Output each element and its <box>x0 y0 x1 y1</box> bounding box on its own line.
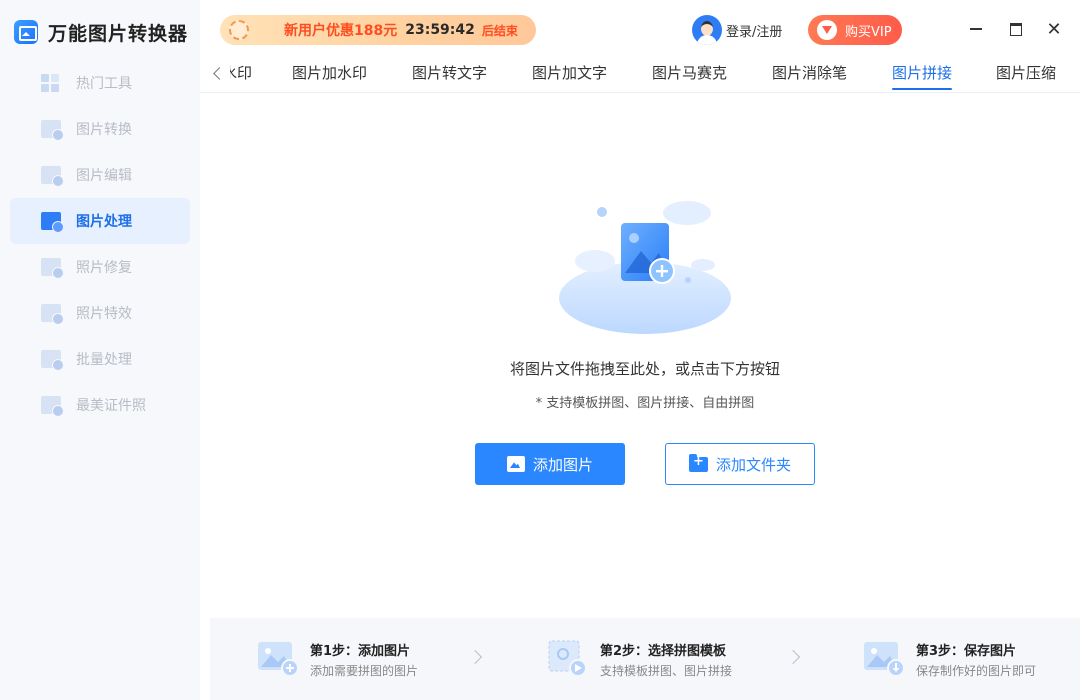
drop-zone[interactable]: 将图片文件拖拽至此处，或点击下方按钮 * 支持模板拼图、图片拼接、自由拼图 添加… <box>200 93 1080 617</box>
tab-mosaic[interactable]: 图片马赛克 <box>652 62 727 90</box>
step-desc: 保存制作好的图片即可 <box>916 664 1037 678</box>
step-title: 第3步：保存图片 <box>916 644 1017 659</box>
sidebar-item-id-photo[interactable]: 最美证件照 <box>10 382 190 428</box>
sidebar-item-label: 图片转换 <box>76 122 132 138</box>
tab-label: 水印 <box>230 64 252 82</box>
promo-text: 新用户优惠188元 <box>284 23 398 39</box>
add-image-button[interactable]: 添加图片 <box>475 443 625 485</box>
add-image-step-icon <box>258 642 298 676</box>
tab-add-text[interactable]: 图片加文字 <box>532 62 607 90</box>
sidebar-item-label: 图片处理 <box>76 214 132 230</box>
step-title: 第2步：选择拼图模板 <box>600 644 727 659</box>
maximize-button[interactable] <box>1005 18 1027 40</box>
promo-end-label: 后结束 <box>481 23 518 38</box>
sidebar-item-batch[interactable]: 批量处理 <box>10 336 190 382</box>
sidebar-item-label: 批量处理 <box>76 352 132 368</box>
save-image-step-icon <box>864 642 904 676</box>
step-desc: 支持模板拼图、图片拼接 <box>600 664 733 678</box>
sidebar-item-label: 图片编辑 <box>76 168 132 184</box>
avatar-icon <box>692 15 722 45</box>
sidebar-nav: 热门工具 图片转换 图片编辑 图片处理 照片修复 照片特效 批量处理 最美证件照 <box>10 60 190 428</box>
template-step-icon <box>548 640 587 676</box>
photo-repair-icon <box>41 258 64 279</box>
image-process-icon <box>41 212 64 233</box>
id-photo-icon <box>41 396 64 417</box>
image-edit-icon <box>41 166 64 187</box>
folder-plus-icon <box>688 453 708 472</box>
image-plus-icon <box>506 456 525 472</box>
add-folder-label: 添加文件夹 <box>715 455 791 474</box>
batch-icon <box>41 350 64 371</box>
tool-tabs: 水印 图片加水印 图片转文字 图片加文字 图片马赛克 图片消除笔 图片拼接 图片… <box>200 52 1080 93</box>
minimize-button[interactable] <box>965 18 987 40</box>
buy-vip-button[interactable]: 购买VIP <box>808 15 902 45</box>
grid-icon <box>41 74 61 92</box>
step-title: 第1步：添加图片 <box>310 644 411 659</box>
tab-image-stitch[interactable]: 图片拼接 <box>892 62 953 90</box>
sidebar-item-image-convert[interactable]: 图片转换 <box>10 106 190 152</box>
sidebar-item-photo-effect[interactable]: 照片特效 <box>10 290 190 336</box>
step-desc: 添加需要拼图的图片 <box>310 664 419 678</box>
image-convert-icon <box>41 120 64 141</box>
drop-instruction: 将图片文件拖拽至此处，或点击下方按钮 <box>509 360 780 378</box>
add-image-label: 添加图片 <box>532 455 593 474</box>
vip-label: 购买VIP <box>845 24 892 40</box>
login-button[interactable]: 登录/注册 <box>692 14 782 46</box>
sidebar-item-label: 热门工具 <box>76 76 132 92</box>
sidebar-item-label: 照片特效 <box>76 306 132 322</box>
app-brand: 万能图片转换器 <box>14 16 188 48</box>
tab-compress[interactable]: 图片压缩 <box>996 62 1056 90</box>
app-logo-icon <box>14 20 38 44</box>
sidebar: 万能图片转换器 热门工具 图片转换 图片编辑 图片处理 照片修复 照片特效 批量… <box>0 0 200 700</box>
add-folder-button[interactable]: 添加文件夹 <box>665 443 815 485</box>
tab-image-to-text[interactable]: 图片转文字 <box>412 62 487 90</box>
promo-timer: 23:59:42 <box>405 22 475 38</box>
vip-heart-icon <box>817 20 837 40</box>
promo-banner[interactable]: 新用户优惠188元 23:59:42 后结束 <box>220 15 536 45</box>
sidebar-item-image-process[interactable]: 图片处理 <box>10 198 190 244</box>
login-label: 登录/注册 <box>726 24 783 40</box>
close-icon: ✕ <box>1046 18 1062 40</box>
steps-bar: 第1步：添加图片 添加需要拼图的图片 第2步：选择拼图模板 支持模板拼图、图片拼… <box>210 618 1080 700</box>
tab-eraser[interactable]: 图片消除笔 <box>772 62 847 90</box>
chevron-right-icon <box>785 649 801 665</box>
sidebar-item-label: 照片修复 <box>76 260 132 276</box>
sidebar-item-hot-tools[interactable]: 热门工具 <box>10 60 190 106</box>
sidebar-item-image-edit[interactable]: 图片编辑 <box>10 152 190 198</box>
drop-hint: * 支持模板拼图、图片拼接、自由拼图 <box>535 396 755 411</box>
tabs-prev-icon[interactable] <box>208 62 226 84</box>
sidebar-item-label: 最美证件照 <box>76 398 146 414</box>
tab-add-watermark[interactable]: 图片加水印 <box>292 62 367 90</box>
gift-icon <box>220 15 258 45</box>
photo-effect-icon <box>41 304 64 325</box>
app-title: 万能图片转换器 <box>48 22 189 45</box>
chevron-right-icon <box>467 649 483 665</box>
tab-watermark-partial[interactable]: 水印 <box>230 62 252 90</box>
sidebar-item-photo-repair[interactable]: 照片修复 <box>10 244 190 290</box>
upload-illustration-icon <box>559 201 731 334</box>
close-button[interactable]: ✕ <box>1043 18 1065 40</box>
